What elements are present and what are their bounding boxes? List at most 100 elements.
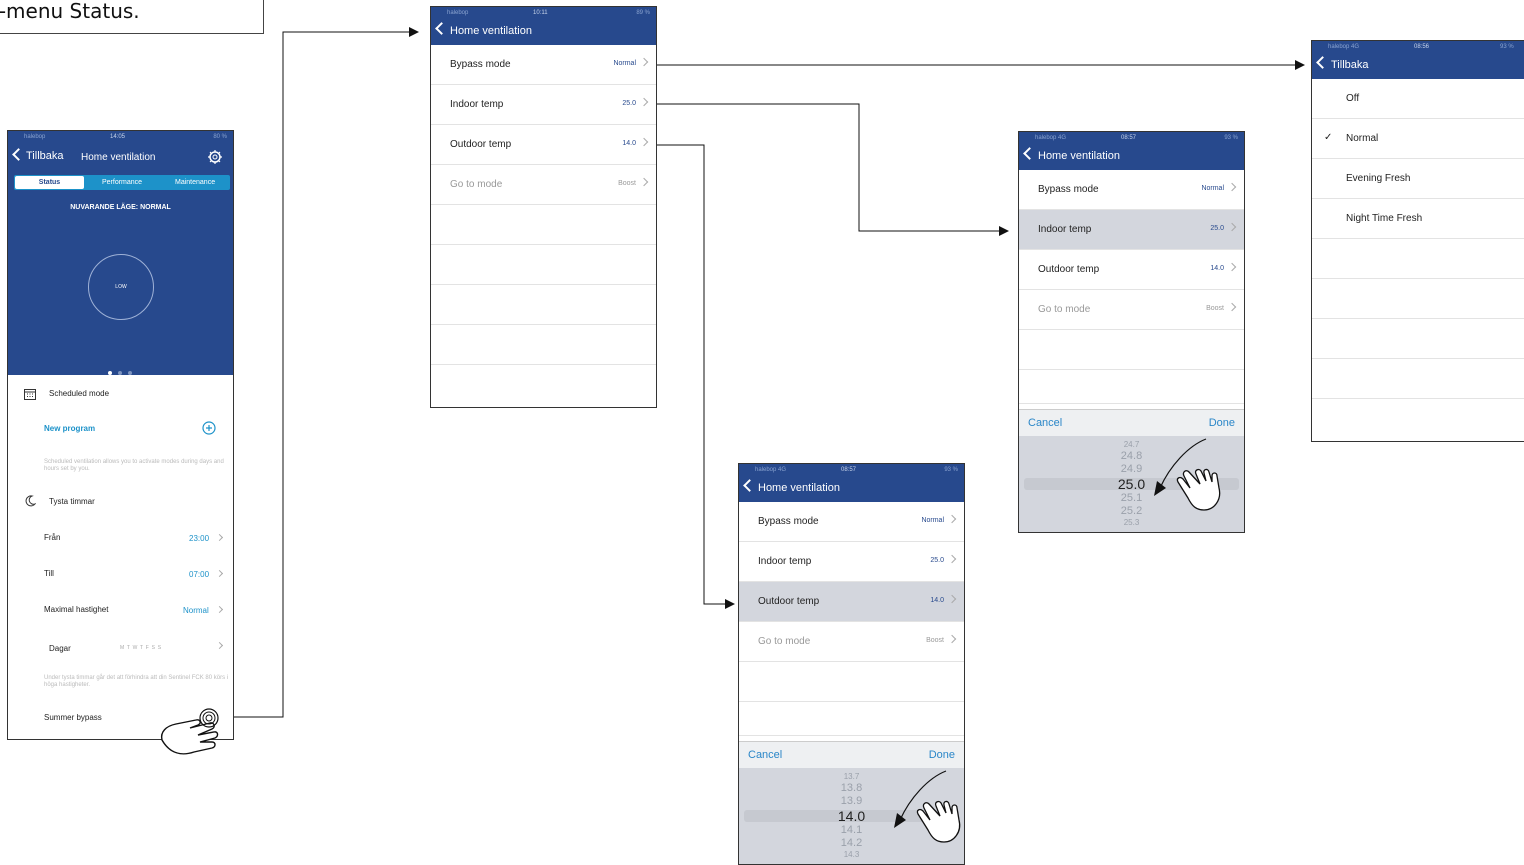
tab-maintenance[interactable]: Maintenance (175, 179, 215, 186)
chevron-left-icon (1316, 56, 1329, 69)
chevron-right-icon (947, 554, 957, 564)
row-value: 25.0 (1210, 225, 1224, 232)
option-night-time-fresh[interactable]: Night Time Fresh (1312, 199, 1524, 239)
row-value: 25.0 (930, 557, 944, 564)
chevron-right-icon (947, 514, 957, 524)
row-value: Normal (1201, 185, 1224, 192)
picker-option[interactable]: 25.3 (1019, 518, 1244, 527)
chevron-left-icon (1023, 147, 1036, 160)
back-button[interactable]: Home ventilation (435, 22, 532, 37)
bypass-mode-row[interactable]: Bypass mode Normal (1019, 170, 1244, 210)
add-circle-icon[interactable] (202, 421, 216, 435)
chevron-right-icon (1227, 182, 1237, 192)
outdoor-temp-row[interactable]: Outdoor temp 14.0 (739, 582, 964, 622)
option-label: Normal (1346, 133, 1379, 144)
battery: 80 % (213, 134, 227, 140)
row-value: Boost (1206, 305, 1224, 312)
chevron-right-icon (947, 634, 957, 644)
empty-row (1019, 370, 1244, 404)
picker-option[interactable]: 14.3 (739, 850, 964, 859)
back-button[interactable]: Home ventilation (743, 479, 840, 494)
battery: 93 % (1500, 44, 1514, 50)
row-value: Normal (921, 517, 944, 524)
status-bar: halebop 4G 08:57 93 % (1019, 132, 1244, 146)
page-title: Home ventilation (450, 25, 532, 37)
status-bar: halebop 14:05 80 % (8, 131, 233, 145)
bypass-mode-row[interactable]: Bypass mode Normal (739, 502, 964, 542)
picker-toolbar: Cancel Done (1019, 409, 1244, 437)
carrier: halebop 4G (755, 467, 787, 473)
nav-bar: Tillbaka (1312, 55, 1524, 79)
done-button[interactable]: Done (1209, 417, 1235, 429)
to-value[interactable]: 07:00 (189, 570, 209, 579)
chevron-right-icon (1227, 302, 1237, 312)
empty-row (431, 245, 656, 285)
to-label: Till (44, 569, 54, 578)
chevron-left-icon (435, 22, 448, 35)
chevron-right-icon (1227, 222, 1237, 232)
page-title: Home ventilation (1038, 150, 1120, 162)
cancel-button[interactable]: Cancel (748, 749, 782, 761)
fan-speed-dial[interactable]: LOW (88, 254, 154, 320)
back-button[interactable]: Home ventilation (1023, 147, 1120, 162)
quiet-note: Under tysta timmar går det att förhindra… (44, 675, 229, 688)
empty-row (431, 325, 656, 365)
row-label: Outdoor temp (1038, 264, 1100, 275)
chevron-right-icon (639, 57, 649, 67)
row-value: 25.0 (622, 100, 636, 107)
swipe-gesture-icon (894, 770, 961, 843)
gear-icon[interactable] (207, 149, 223, 165)
cancel-button[interactable]: Cancel (1028, 417, 1062, 429)
outdoor-temp-row[interactable]: Outdoor temp 14.0 (431, 125, 656, 165)
empty-row (1019, 330, 1244, 370)
status-bar: halebop 4G 08:56 93 % (1312, 41, 1524, 55)
picker-toolbar: Cancel Done (739, 741, 964, 769)
row-label: Bypass mode (1038, 184, 1099, 195)
option-off[interactable]: Off (1312, 79, 1524, 119)
option-evening-fresh[interactable]: Evening Fresh (1312, 159, 1524, 199)
days-selector[interactable]: M T W T F S S (120, 645, 161, 651)
row-value: Normal (613, 60, 636, 67)
moon-icon (25, 495, 36, 507)
indoor-temp-row[interactable]: Indoor temp 25.0 (739, 542, 964, 582)
row-value: 14.0 (930, 597, 944, 604)
chevron-right-icon (639, 97, 649, 107)
back-button[interactable]: Tillbaka (1316, 56, 1369, 71)
clock: 10:11 (533, 10, 548, 16)
tab-status[interactable]: Status (15, 176, 84, 189)
tab-performance[interactable]: Performance (102, 179, 142, 186)
bypass-mode-row[interactable]: Bypass mode Normal (431, 45, 656, 85)
chevron-right-icon (639, 137, 649, 147)
new-program-link[interactable]: New program (44, 424, 95, 433)
chevron-right-icon (215, 605, 224, 614)
go-to-mode-row[interactable]: Go to mode Boost (1019, 290, 1244, 330)
indoor-temp-row[interactable]: Indoor temp 25.0 (431, 85, 656, 125)
max-speed-value[interactable]: Normal (183, 606, 209, 615)
go-to-mode-row[interactable]: Go to mode Boost (739, 622, 964, 662)
clock: 08:56 (1414, 44, 1430, 50)
back-label: Tillbaka (26, 150, 64, 162)
summer-bypass-row[interactable]: Summer bypass (44, 713, 102, 722)
arrow-outdoor-to-outdoor-picker (652, 144, 735, 609)
checkmark-icon: ✓ (1324, 132, 1333, 143)
quiet-hours-label: Tysta timmar (49, 497, 95, 506)
tap-gesture-icon (160, 708, 219, 755)
row-label: Indoor temp (450, 99, 504, 110)
back-button[interactable]: Tillbaka (12, 148, 64, 162)
option-normal[interactable]: ✓ Normal (1312, 119, 1524, 159)
status-bar: halebop 4G 08:57 93 % (739, 464, 964, 478)
scheduled-note: Scheduled ventilation allows you to acti… (44, 459, 224, 472)
empty-row (739, 702, 964, 736)
go-to-mode-row[interactable]: Go to mode Boost (431, 165, 656, 205)
status-bar: halebop 10:11 89 % (431, 7, 656, 21)
outdoor-temp-row[interactable]: Outdoor temp 14.0 (1019, 250, 1244, 290)
status-screen: halebop 14:05 80 % Tillbaka Home ventila… (7, 130, 234, 740)
carrier: halebop 4G (1328, 44, 1360, 50)
empty-row (1312, 359, 1524, 399)
carrier: halebop 4G (1035, 135, 1067, 141)
done-button[interactable]: Done (929, 749, 955, 761)
indoor-temp-row[interactable]: Indoor temp 25.0 (1019, 210, 1244, 250)
option-label: Night Time Fresh (1346, 213, 1423, 224)
from-value[interactable]: 23:00 (189, 534, 209, 543)
status-header: halebop 14:05 80 % Tillbaka Home ventila… (8, 131, 233, 375)
